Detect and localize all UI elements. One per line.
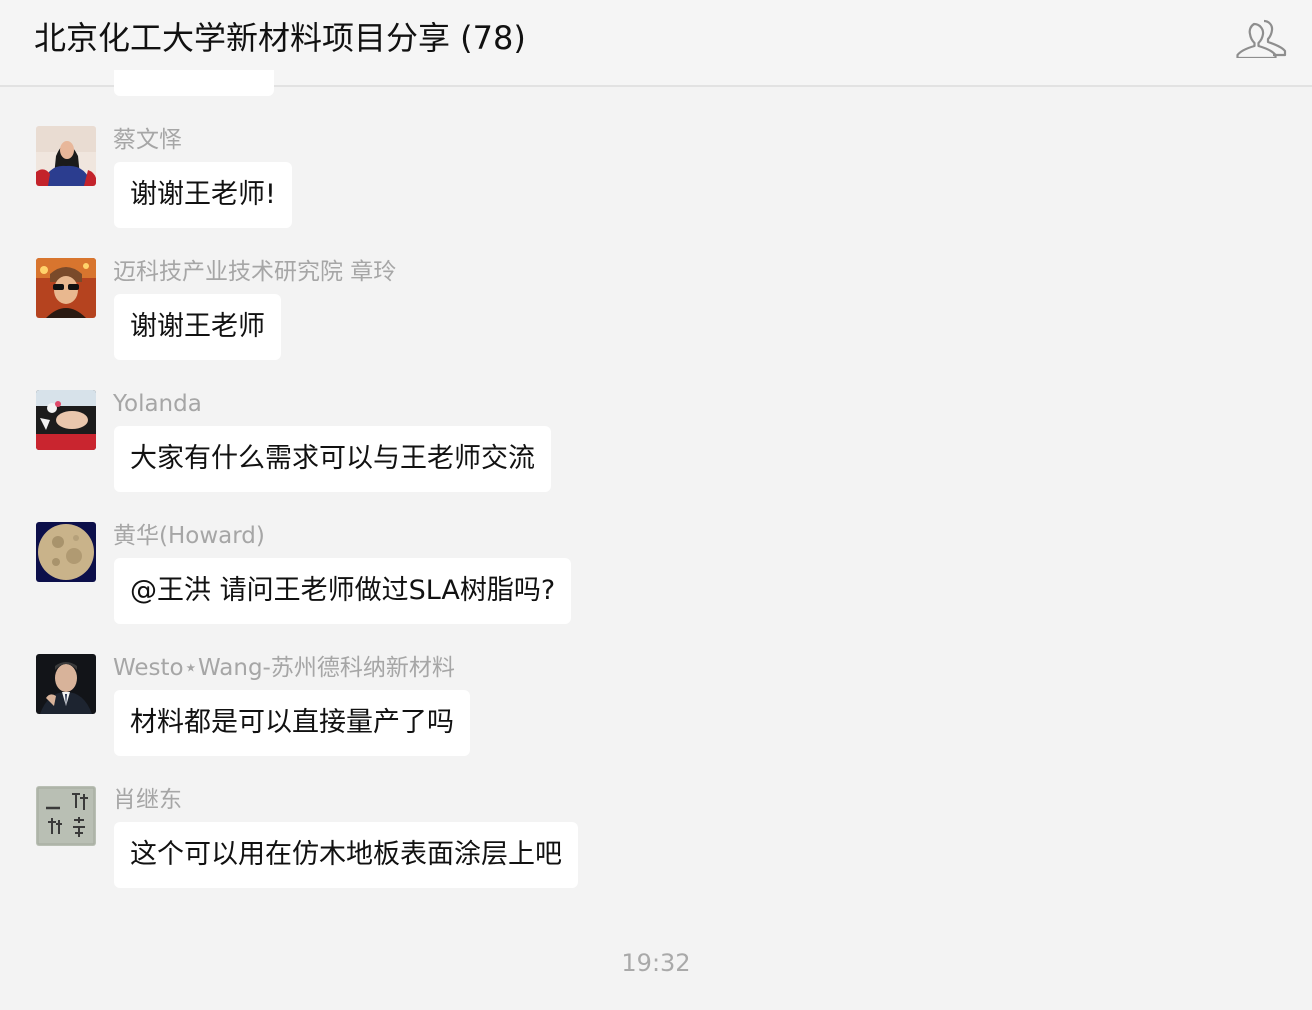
message-bubble[interactable]: 谢谢王老师! bbox=[114, 162, 292, 228]
avatar-person-sunglasses[interactable] bbox=[36, 258, 96, 318]
sender-name: 迈科技产业技术研究院 章玲 bbox=[113, 259, 397, 285]
group-members-icon[interactable] bbox=[1236, 16, 1288, 60]
message-bubble[interactable]: 这个可以用在仿木地板表面涂层上吧 bbox=[114, 822, 578, 888]
avatar-woman-graduation-gown[interactable] bbox=[36, 126, 96, 186]
chat-title: 北京化工大学新材料项目分享 (78) bbox=[34, 19, 526, 57]
timestamp: 19:32 bbox=[621, 949, 691, 977]
sender-name: 蔡文怿 bbox=[113, 127, 182, 153]
avatar-woman-lying-flowers[interactable] bbox=[36, 390, 96, 450]
previous-message-bubble bbox=[114, 70, 274, 96]
sender-name: 黄华(Howard) bbox=[113, 523, 265, 549]
avatar-full-moon[interactable] bbox=[36, 522, 96, 582]
sender-name: Westo⋆Wang-苏州德科纳新材料 bbox=[113, 655, 455, 681]
sender-name: 肖继东 bbox=[113, 787, 182, 813]
avatar-man-suit[interactable] bbox=[36, 654, 96, 714]
message-bubble[interactable]: 材料都是可以直接量产了吗 bbox=[114, 690, 470, 756]
sender-name: Yolanda bbox=[113, 391, 202, 417]
message-bubble[interactable]: @王洪 请问王老师做过SLA树脂吗? bbox=[114, 558, 572, 624]
message-bubble[interactable]: 大家有什么需求可以与王老师交流 bbox=[114, 426, 551, 492]
message-bubble[interactable]: 谢谢王老师 bbox=[114, 294, 281, 360]
avatar-calligraphy-tea[interactable] bbox=[36, 786, 96, 846]
